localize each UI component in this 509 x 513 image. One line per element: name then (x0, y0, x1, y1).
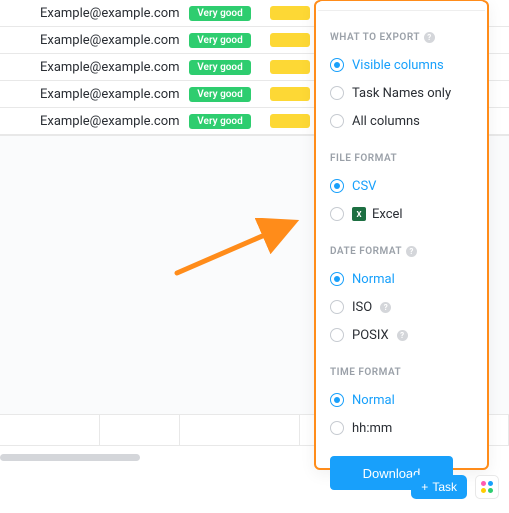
task-button-label: Task (432, 480, 457, 494)
plus-icon: + (421, 480, 428, 494)
radio-date-normal[interactable]: Normal (330, 265, 477, 293)
radio-csv[interactable]: CSV (330, 172, 477, 200)
radio-all-columns[interactable]: All columns (330, 107, 477, 135)
radio-label: hh:mm (352, 421, 392, 436)
cell-email[interactable]: Example@example.com (0, 114, 175, 129)
radio-icon (330, 179, 344, 193)
radio-label: Excel (372, 207, 403, 222)
cell-status: Very good (175, 33, 265, 48)
help-icon[interactable]: ? (406, 246, 417, 257)
radio-label: CSV (352, 179, 376, 194)
cell-status: Very good (175, 87, 265, 102)
radio-time-hhmm[interactable]: hh:mm (330, 414, 477, 442)
status-badge: Very good (189, 60, 250, 75)
cell-email[interactable]: Example@example.com (0, 87, 175, 102)
radio-icon (330, 86, 344, 100)
section-label-text: TIME FORMAT (330, 367, 401, 378)
radio-icon (330, 328, 344, 342)
radio-label: Normal (352, 393, 395, 408)
radio-label: Normal (352, 272, 395, 287)
section-time-format: TIME FORMAT (330, 367, 477, 378)
radio-excel[interactable]: X Excel (330, 200, 477, 228)
export-panel: WHAT TO EXPORT ? Visible columns Task Na… (314, 0, 489, 470)
radio-icon (330, 272, 344, 286)
apps-grid-icon (481, 481, 493, 493)
bottom-controls: + Task (411, 475, 499, 499)
radio-task-names-only[interactable]: Task Names only (330, 79, 477, 107)
cell-status: Very good (175, 6, 265, 21)
footer-cell (180, 414, 300, 446)
cell-email[interactable]: Example@example.com (0, 33, 175, 48)
radio-date-iso[interactable]: ISO ? (330, 293, 477, 321)
section-file-format: FILE FORMAT (330, 153, 477, 164)
panel-header-stub (318, 1, 485, 11)
help-icon[interactable]: ? (424, 32, 435, 43)
radio-icon (330, 58, 344, 72)
excel-icon: X (352, 207, 366, 221)
radio-time-normal[interactable]: Normal (330, 386, 477, 414)
radio-date-posix[interactable]: POSIX ? (330, 321, 477, 349)
apps-button[interactable] (475, 475, 499, 499)
help-icon[interactable]: ? (397, 330, 408, 341)
radio-icon (330, 114, 344, 128)
section-label-text: DATE FORMAT (330, 246, 402, 257)
cell-color (270, 60, 310, 74)
status-badge: Very good (189, 6, 250, 21)
section-label-text: WHAT TO EXPORT (330, 32, 420, 43)
status-badge: Very good (189, 87, 250, 102)
radio-label: ISO (352, 300, 372, 315)
section-date-format: DATE FORMAT ? (330, 246, 477, 257)
radio-icon (330, 421, 344, 435)
status-badge: Very good (189, 33, 250, 48)
status-badge: Very good (189, 114, 250, 129)
cell-status: Very good (175, 114, 265, 129)
section-what-to-export: WHAT TO EXPORT ? (330, 32, 477, 43)
cell-email[interactable]: Example@example.com (0, 6, 175, 21)
cell-color (270, 87, 310, 101)
cell-color (270, 114, 310, 128)
radio-icon (330, 393, 344, 407)
radio-icon (330, 300, 344, 314)
cell-color (270, 33, 310, 47)
radio-label: Visible columns (352, 58, 444, 73)
cell-status: Very good (175, 60, 265, 75)
cell-email[interactable]: Example@example.com (0, 60, 175, 75)
footer-cell (0, 414, 100, 446)
section-label-text: FILE FORMAT (330, 153, 397, 164)
radio-label: All columns (352, 114, 420, 129)
radio-label: POSIX (352, 328, 389, 343)
radio-visible-columns[interactable]: Visible columns (330, 51, 477, 79)
cell-color (270, 6, 310, 20)
radio-label: Task Names only (352, 86, 451, 101)
footer-cell (100, 414, 180, 446)
radio-icon (330, 207, 344, 221)
new-task-button[interactable]: + Task (411, 475, 467, 499)
horizontal-scrollbar[interactable] (0, 454, 140, 461)
help-icon[interactable]: ? (380, 302, 391, 313)
